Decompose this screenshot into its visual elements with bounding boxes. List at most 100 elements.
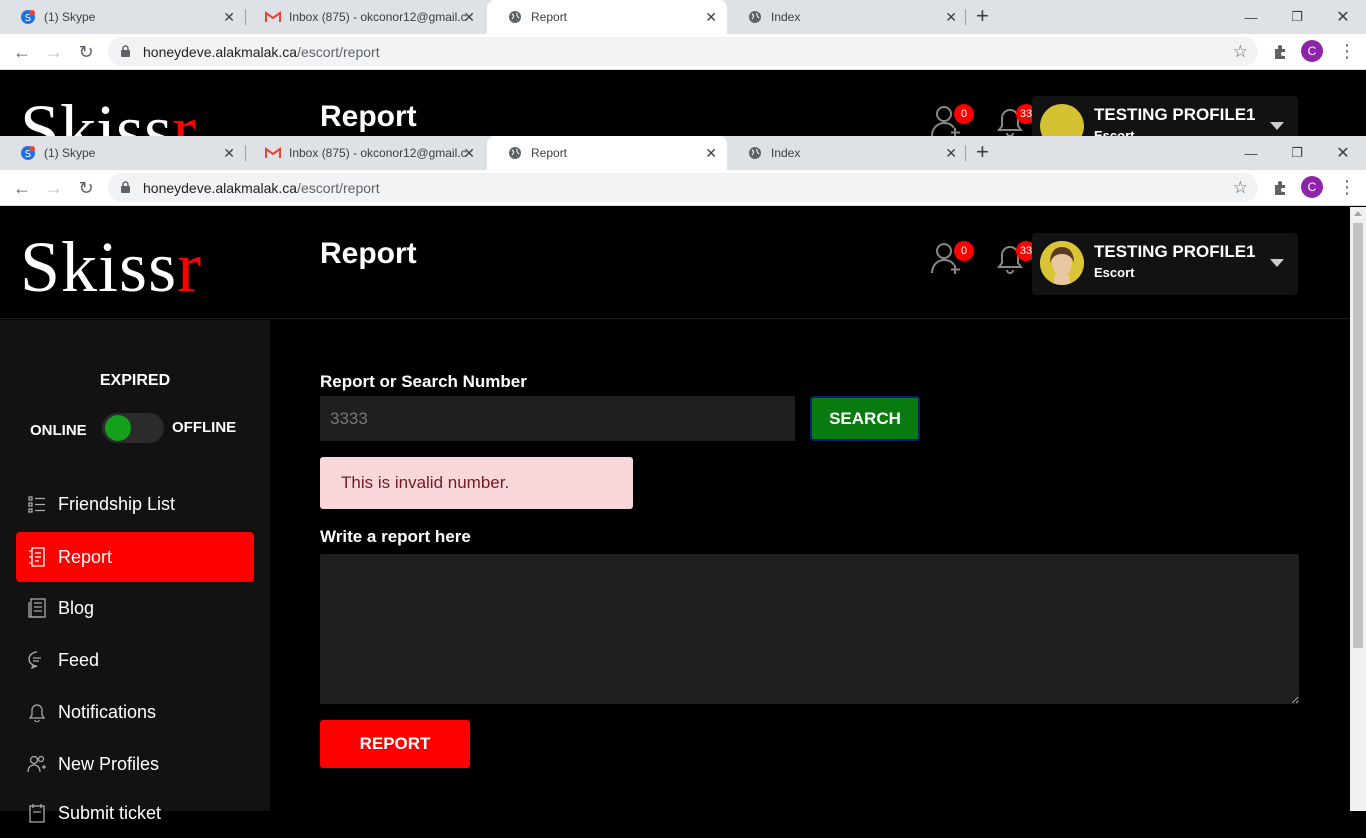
sidebar-item-feed[interactable]: Feed bbox=[16, 635, 254, 685]
search-button[interactable]: SEARCH bbox=[810, 396, 920, 441]
close-icon[interactable]: ✕ bbox=[705, 9, 717, 25]
report-textarea[interactable] bbox=[320, 554, 1299, 704]
restore-button[interactable]: ❐ bbox=[1274, 0, 1320, 34]
tab-gmail[interactable]: Inbox (875) - okconor12@gmail.c ✕ bbox=[245, 0, 485, 34]
menu-label: Feed bbox=[58, 649, 100, 670]
logo[interactable]: Skissr bbox=[20, 227, 202, 307]
report-button[interactable]: REPORT bbox=[320, 720, 470, 768]
tab-separator bbox=[965, 9, 966, 25]
back-arrow-icon[interactable]: ← bbox=[11, 41, 33, 63]
forward-arrow-icon[interactable]: → bbox=[43, 41, 65, 63]
users-icon bbox=[26, 753, 48, 775]
sidebar-item-new-profiles[interactable]: New Profiles bbox=[16, 739, 254, 789]
profile-avatar[interactable]: C bbox=[1301, 176, 1323, 198]
minimize-button[interactable]: — bbox=[1228, 0, 1274, 34]
close-icon[interactable]: ✕ bbox=[945, 145, 957, 161]
online-offline-toggle[interactable] bbox=[102, 413, 164, 443]
tab-skype[interactable]: S (1) Skype ✕ bbox=[0, 0, 245, 34]
tab-strip: S (1) Skype ✕ Inbox (875) - okconor12@gm… bbox=[0, 136, 1366, 170]
restore-button[interactable]: ❐ bbox=[1274, 136, 1320, 170]
report-icon bbox=[26, 546, 48, 568]
friend-request-badge: 0 bbox=[954, 241, 974, 261]
blog-icon bbox=[26, 597, 48, 619]
close-icon[interactable]: ✕ bbox=[945, 9, 957, 25]
address-bar[interactable]: honeydeve.alakmalak.ca/escort/report ☆ bbox=[108, 37, 1258, 66]
tab-strip: S (1) Skype ✕ Inbox (875) - okconor12@gm… bbox=[0, 0, 1366, 34]
globe-icon bbox=[747, 145, 763, 161]
browser-toolbar: ← → ↻ honeydeve.alakmalak.ca/escort/repo… bbox=[0, 170, 1366, 206]
close-window-button[interactable]: ✕ bbox=[1320, 0, 1366, 34]
menu-label: Report bbox=[58, 546, 113, 567]
sidebar-item-notifications[interactable]: Notifications bbox=[16, 687, 254, 737]
tab-index[interactable]: Index ✕ bbox=[727, 0, 967, 34]
tab-gmail[interactable]: Inbox (875) - okconor12@gmail.c ✕ bbox=[245, 136, 485, 170]
tab-report[interactable]: Report ✕ bbox=[487, 136, 727, 170]
reload-icon[interactable]: ↻ bbox=[75, 41, 97, 63]
browser-window: S (1) Skype ✕ Inbox (875) - okconor12@gm… bbox=[0, 136, 1366, 206]
profile-avatar[interactable]: C bbox=[1301, 40, 1323, 62]
skype-icon: S bbox=[20, 145, 36, 161]
logo-text: Skiss bbox=[20, 227, 178, 307]
bookmark-star-icon[interactable]: ☆ bbox=[1233, 178, 1248, 198]
scroll-up-arrow-icon[interactable] bbox=[1354, 211, 1362, 216]
menu-kebab-icon[interactable]: ⋮ bbox=[1338, 41, 1356, 62]
report-form: Report or Search Number SEARCH This is i… bbox=[270, 320, 1350, 811]
tab-report[interactable]: Report ✕ bbox=[487, 0, 727, 34]
globe-icon bbox=[507, 9, 523, 25]
app-page: Skissr Report 0 33 TESTING PROFILE1 Esco… bbox=[0, 207, 1350, 823]
close-icon[interactable]: ✕ bbox=[463, 9, 475, 25]
user-menu[interactable]: TESTING PROFILE1 Escort bbox=[1032, 96, 1298, 136]
sidebar-item-friendship-list[interactable]: Friendship List bbox=[16, 479, 254, 529]
back-arrow-icon[interactable]: ← bbox=[11, 177, 33, 199]
user-role: Escort bbox=[1094, 265, 1135, 280]
tab-index[interactable]: Index ✕ bbox=[727, 136, 967, 170]
menu-label: Submit ticket bbox=[58, 802, 162, 823]
sidebar-item-submit-ticket[interactable]: Submit ticket bbox=[16, 788, 254, 838]
bookmark-star-icon[interactable]: ☆ bbox=[1233, 42, 1248, 62]
tab-separator bbox=[245, 9, 246, 25]
app-header: Skissr Report 0 33 TESTING PROFILE1 Esco… bbox=[0, 207, 1350, 319]
online-label: ONLINE bbox=[30, 422, 87, 439]
tab-title: Index bbox=[771, 10, 801, 24]
sidebar-item-blog[interactable]: Blog bbox=[16, 583, 254, 633]
tab-title: Report bbox=[531, 146, 568, 160]
globe-icon bbox=[747, 9, 763, 25]
close-icon[interactable]: ✕ bbox=[463, 145, 475, 161]
address-bar[interactable]: honeydeve.alakmalak.ca/escort/report ☆ bbox=[108, 173, 1258, 202]
close-window-button[interactable]: ✕ bbox=[1320, 136, 1366, 170]
minimize-button[interactable]: — bbox=[1228, 136, 1274, 170]
url-path: /escort/report bbox=[297, 43, 380, 60]
url-host: honeydeve.alakmalak.ca bbox=[143, 179, 298, 196]
page-scrollbar[interactable] bbox=[1350, 207, 1366, 811]
account-status: EXPIRED bbox=[99, 372, 171, 389]
forward-arrow-icon[interactable]: → bbox=[43, 177, 65, 199]
sidebar-item-report[interactable]: Report bbox=[16, 532, 254, 582]
tab-title: Index bbox=[771, 146, 801, 160]
menu-label: Blog bbox=[58, 597, 95, 618]
tab-title: (1) Skype bbox=[44, 146, 96, 160]
background-app-header: Skissr Report 0 33 TESTING PROFILE1 Esco… bbox=[0, 70, 1366, 136]
extensions-puzzle-icon[interactable] bbox=[1268, 40, 1292, 64]
user-role: Escort bbox=[1094, 128, 1135, 136]
gmail-icon bbox=[265, 9, 281, 25]
new-tab-button[interactable]: + bbox=[976, 4, 989, 28]
error-alert: This is invalid number. bbox=[320, 457, 633, 509]
sidebar: EXPIRED ONLINE OFFLINE Friendship List R… bbox=[0, 320, 270, 823]
close-icon[interactable]: ✕ bbox=[705, 145, 717, 161]
chevron-down-icon bbox=[1270, 122, 1284, 130]
tab-skype[interactable]: S (1) Skype ✕ bbox=[0, 136, 245, 170]
search-number-input[interactable] bbox=[320, 396, 795, 441]
user-menu[interactable]: TESTING PROFILE1 Escort bbox=[1032, 233, 1298, 295]
toggle-knob bbox=[105, 415, 131, 441]
menu-label: New Profiles bbox=[58, 753, 160, 774]
reload-icon[interactable]: ↻ bbox=[75, 177, 97, 199]
extensions-puzzle-icon[interactable] bbox=[1268, 176, 1292, 200]
close-icon[interactable]: ✕ bbox=[223, 145, 235, 161]
menu-kebab-icon[interactable]: ⋮ bbox=[1338, 177, 1356, 198]
close-icon[interactable]: ✕ bbox=[223, 9, 235, 25]
logo-accent: r bbox=[177, 227, 203, 307]
lock-icon bbox=[120, 181, 134, 195]
new-tab-button[interactable]: + bbox=[976, 140, 989, 164]
scroll-thumb[interactable] bbox=[1353, 223, 1363, 648]
logo: Skissr bbox=[20, 90, 197, 136]
